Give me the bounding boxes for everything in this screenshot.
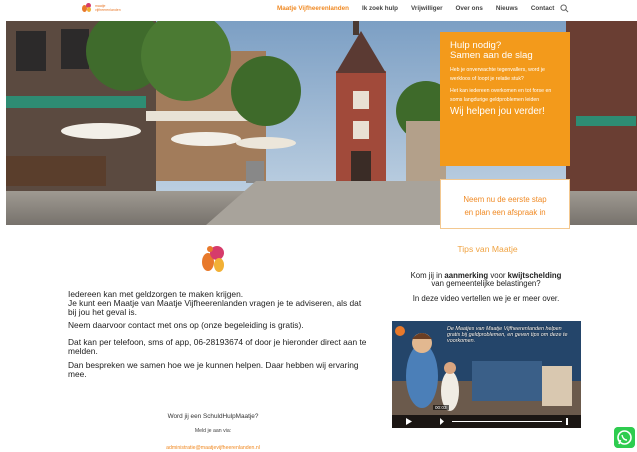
fullscreen-icon[interactable] [566, 418, 568, 425]
whatsapp-icon[interactable] [614, 427, 635, 448]
main-nav: Maatje Vijfheerenlanden Ik zoek hulp Vri… [277, 5, 567, 12]
cta-line-2: en plan een afspraak in [464, 208, 546, 217]
make-appointment-button[interactable]: Neem nu de eerste stap en plan een afspr… [440, 179, 570, 229]
nav-item-nieuws[interactable]: Nieuws [496, 5, 518, 12]
tips-title: Tips van Maatje [457, 244, 518, 254]
help-box-title-2: Samen aan de slag [450, 50, 533, 61]
video-caption: De Maatjes van Maatje Vijfheerenlanden h… [447, 326, 568, 344]
search-icon[interactable] [560, 4, 569, 13]
video-time: 00:03 [433, 405, 449, 410]
intro-p4: Dat kan per telefoon, sms of app, 06-281… [68, 337, 367, 356]
tips-text-e: van gemeentelijke belastingen? [431, 279, 541, 289]
maatje-logo-icon [202, 246, 224, 272]
volunteer-question: Word jij een SchuldHulpMaatje? [167, 413, 259, 420]
signup-label: Meld je aan via: [194, 428, 232, 434]
logo-mark-icon [82, 3, 92, 13]
help-info-box: Hulp nodig? Samen aan de slag Heb je onv… [440, 32, 570, 166]
cta-line-1: Neem nu de eerste stap [463, 195, 547, 204]
intro-p3: Neem daarvoor contact met ons op (onze b… [68, 320, 304, 331]
intro-p5: Dan bespreken we samen hoe we je kunnen … [68, 359, 359, 379]
help-box-text-2: Het kan iedereen overkomen en tot forse … [450, 88, 552, 103]
intro-text: Iedereen kan met geldzorgen te maken kri… [68, 290, 368, 383]
video-controls [392, 415, 581, 428]
nav-item-vrijwilliger[interactable]: Vrijwilliger [411, 5, 443, 12]
signup-email-link[interactable]: administratie@maatjevijfheerenlanden.nl [138, 445, 288, 451]
nav-item-ik-zoek-hulp[interactable]: Ik zoek hulp [362, 5, 398, 12]
help-box-text-1: Heb je onverwachte tegenvallers, word je… [450, 67, 545, 82]
help-box-slogan: Wij helpen jou verder! [450, 106, 545, 118]
nav-item-contact[interactable]: Contact [531, 5, 554, 12]
intro-p2: Je kunt een Maatje van Maatje Vijfheeren… [68, 297, 362, 317]
site-logo[interactable]: maatje vijfheerenlanden [82, 3, 121, 13]
play-icon[interactable] [406, 418, 412, 425]
logo-line-2: vijfheerenlanden [95, 8, 121, 12]
site-header: maatje vijfheerenlanden Maatje Vijfheere… [0, 0, 637, 20]
tips-text: Kom jij in aanmerking voor kwijtscheldin… [388, 271, 584, 289]
video-player[interactable]: De Maatjes van Maatje Vijfheerenlanden h… [392, 321, 581, 428]
tips-video-intro: In deze video vertellen we je er meer ov… [412, 294, 560, 303]
next-icon[interactable] [440, 418, 444, 425]
nav-item-over-ons[interactable]: Over ons [456, 5, 483, 12]
nav-item-home[interactable]: Maatje Vijfheerenlanden [277, 5, 349, 12]
